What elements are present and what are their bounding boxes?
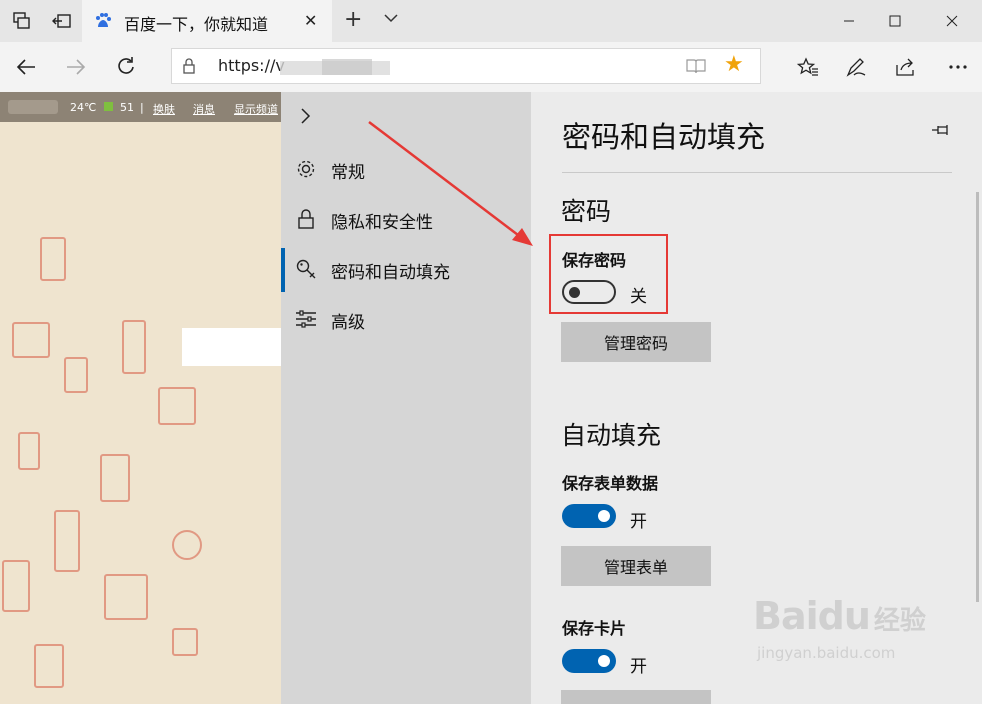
save-cards-toggle[interactable] (562, 649, 616, 673)
lock-icon (182, 58, 196, 78)
browser-tab[interactable]: 百度一下，你就知道 ✕ (82, 0, 332, 42)
seal-stamp (172, 628, 198, 656)
pin-icon[interactable] (931, 122, 953, 141)
chevron-right-icon[interactable] (299, 106, 313, 130)
seal-stamp (2, 560, 30, 612)
minimize-button[interactable] (826, 0, 872, 42)
navigation-bar: https://v ★ (0, 42, 982, 92)
save-cards-state: 开 (630, 657, 647, 677)
favorite-star-icon[interactable]: ★ (724, 52, 744, 77)
settings-menu: 常规 隐私和安全性 密码和自动填充 高级 (281, 92, 531, 704)
lock-icon (295, 208, 317, 230)
back-button[interactable] (6, 42, 46, 92)
manage-passwords-button[interactable]: 管理密码 (561, 322, 711, 362)
sliders-icon (295, 308, 317, 330)
seal-stamp (34, 644, 64, 688)
reading-view-icon[interactable] (686, 58, 706, 78)
menu-item-passwords[interactable]: 密码和自动填充 (281, 248, 531, 292)
manage-forms-button[interactable]: 管理表单 (561, 546, 711, 586)
panel-title: 密码和自动填充 (562, 120, 766, 154)
pen-icon[interactable] (836, 42, 876, 92)
redacted-url-part (322, 59, 372, 75)
save-form-data-label: 保存表单数据 (562, 474, 659, 493)
menu-item-label: 隐私和安全性 (331, 213, 433, 233)
redacted-city (8, 100, 58, 114)
address-text: https://v (218, 56, 285, 75)
save-form-data-toggle[interactable] (562, 504, 616, 528)
baidu-jingyan-watermark: Baidu 经验 jingyan.baidu.com (753, 594, 926, 662)
baidu-paw-icon (94, 12, 112, 30)
seal-stamp (40, 237, 66, 281)
air-quality-icon (104, 102, 113, 111)
air-quality-value: 51 (120, 101, 134, 114)
menu-item-general[interactable]: 常规 (281, 148, 531, 188)
chevron-down-icon[interactable] (383, 10, 399, 30)
share-icon[interactable] (886, 42, 926, 92)
new-tab-button[interactable]: + (344, 7, 362, 32)
section-heading-autofill: 自动填充 (561, 421, 662, 450)
show-channels-link[interactable]: 显示频道 (234, 101, 278, 117)
menu-item-label: 高级 (331, 313, 365, 333)
refresh-button[interactable] (106, 42, 146, 92)
forward-button[interactable] (56, 42, 96, 92)
seal-stamp (18, 432, 40, 470)
watermark-cn: 经验 (873, 606, 926, 636)
tab-strip: 百度一下，你就知道 ✕ + (0, 0, 982, 42)
seal-stamp (100, 454, 130, 502)
seal-stamp (158, 387, 196, 425)
menu-item-advanced[interactable]: 高级 (281, 298, 531, 338)
address-bar[interactable]: https://v ★ (171, 48, 761, 84)
menu-item-privacy[interactable]: 隐私和安全性 (281, 198, 531, 238)
more-options-icon[interactable] (938, 42, 978, 92)
watermark-brand: Bai (753, 594, 819, 638)
page-top-bar: 24℃ 51 | 换肤 消息 显示频道 (0, 92, 281, 122)
set-aside-tabs-icon[interactable] (50, 0, 74, 42)
seal-stamp (122, 320, 146, 374)
watermark-brand-suffix: du (817, 594, 871, 638)
tab-preview-icon[interactable] (10, 0, 34, 42)
messages-link[interactable]: 消息 (193, 101, 215, 117)
manage-cards-button[interactable] (561, 690, 711, 704)
scrollbar[interactable] (976, 192, 979, 602)
seal-stamp (104, 574, 148, 620)
save-form-data-state: 开 (630, 512, 647, 532)
seal-stamp (12, 322, 50, 358)
tab-title: 百度一下，你就知道 (124, 15, 269, 34)
maximize-button[interactable] (872, 0, 918, 42)
key-icon (295, 258, 317, 280)
annotation-highlight-box (549, 234, 668, 314)
menu-item-label: 密码和自动填充 (331, 263, 450, 283)
close-tab-icon[interactable]: ✕ (304, 11, 317, 30)
seal-stamp (54, 510, 80, 572)
search-input[interactable] (182, 328, 281, 366)
seal-stamp (172, 530, 202, 560)
menu-item-label: 常规 (331, 163, 365, 183)
favorites-icon[interactable] (788, 42, 828, 92)
weather-temp: 24℃ (70, 101, 97, 114)
web-page-content: 24℃ 51 | 换肤 消息 显示频道 (0, 92, 281, 704)
divider (562, 172, 952, 173)
seal-stamp (64, 357, 88, 393)
skin-link[interactable]: 换肤 (153, 101, 175, 117)
section-heading-password: 密码 (561, 197, 612, 226)
save-cards-label: 保存卡片 (562, 619, 627, 638)
close-window-button[interactable] (929, 0, 975, 42)
separator: | (140, 101, 144, 114)
watermark-url: jingyan.baidu.com (757, 644, 896, 662)
gear-icon (295, 158, 317, 180)
